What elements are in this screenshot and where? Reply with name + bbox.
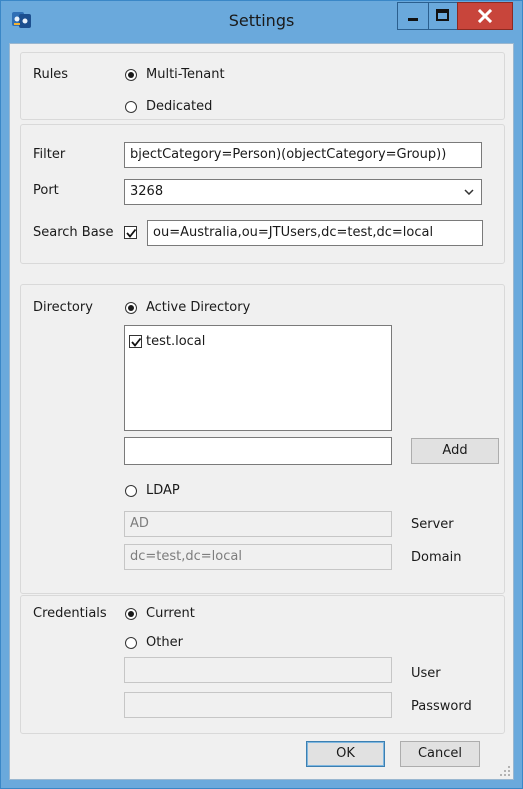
list-item[interactable]: test.local [129,334,329,352]
filter-label: Filter [33,147,66,162]
minimize-button[interactable] [397,2,429,30]
new-domain-input[interactable] [124,437,392,465]
multi-tenant-label[interactable]: Multi-Tenant [146,67,225,82]
filter-input[interactable]: bjectCategory=Person)(objectCategory=Gro… [124,142,482,168]
multi-tenant-radio[interactable] [125,69,137,81]
other-radio[interactable] [125,637,137,649]
maximize-icon [436,9,449,21]
credentials-section: Credentials Current Other User Password [20,595,505,734]
directory-section: Directory Active Directory test.local Ad… [20,284,505,594]
active-directory-radio[interactable] [125,302,137,314]
title-bar[interactable]: Settings [1,1,522,41]
search-base-checkbox[interactable] [124,226,137,239]
credentials-label: Credentials [33,606,107,621]
add-button[interactable]: Add [411,438,499,464]
port-select[interactable]: 3268 [124,179,482,205]
domain-list[interactable]: test.local [124,325,392,431]
current-radio[interactable] [125,608,137,620]
password-label: Password [411,699,472,714]
user-label: User [411,666,441,681]
other-label[interactable]: Other [146,635,183,650]
search-base-input[interactable]: ou=Australia,ou=JTUsers,dc=test,dc=local [147,220,483,246]
cancel-button[interactable]: Cancel [400,741,480,767]
user-input[interactable] [124,657,392,683]
ldap-label[interactable]: LDAP [146,483,180,498]
minimize-icon [408,18,418,21]
checkmark-icon [126,228,137,238]
rules-section: Rules Multi-Tenant Dedicated [20,52,505,120]
close-button[interactable] [457,2,513,30]
password-input[interactable] [124,692,392,718]
server-label: Server [411,517,454,532]
checkmark-icon [131,337,142,347]
directory-label: Directory [33,300,93,315]
domain-input[interactable]: dc=test,dc=local [124,544,392,570]
ok-button[interactable]: OK [306,741,385,767]
search-base-label: Search Base [33,225,114,240]
dedicated-label[interactable]: Dedicated [146,99,212,114]
port-label: Port [33,183,59,198]
maximize-button[interactable] [428,2,458,30]
resize-grip-icon[interactable] [499,765,511,777]
server-input[interactable]: AD [124,511,392,537]
connection-section: Filter bjectCategory=Person)(objectCateg… [20,124,505,264]
settings-window: Settings Rules Multi-Tenant Dedicated Fi… [0,0,523,789]
close-icon [477,8,493,24]
domain-label: Domain [411,550,462,565]
domain-item-label: test.local [146,334,206,349]
rules-label: Rules [33,67,69,82]
ldap-radio[interactable] [125,485,137,497]
app-icon [12,12,31,28]
current-label[interactable]: Current [146,606,195,621]
dedicated-radio[interactable] [125,101,137,113]
chevron-down-icon [464,189,474,195]
domain-checkbox[interactable] [129,335,142,348]
active-directory-label[interactable]: Active Directory [146,300,250,315]
port-value: 3268 [130,184,164,199]
settings-client-area: Rules Multi-Tenant Dedicated Filter bjec… [9,43,514,780]
